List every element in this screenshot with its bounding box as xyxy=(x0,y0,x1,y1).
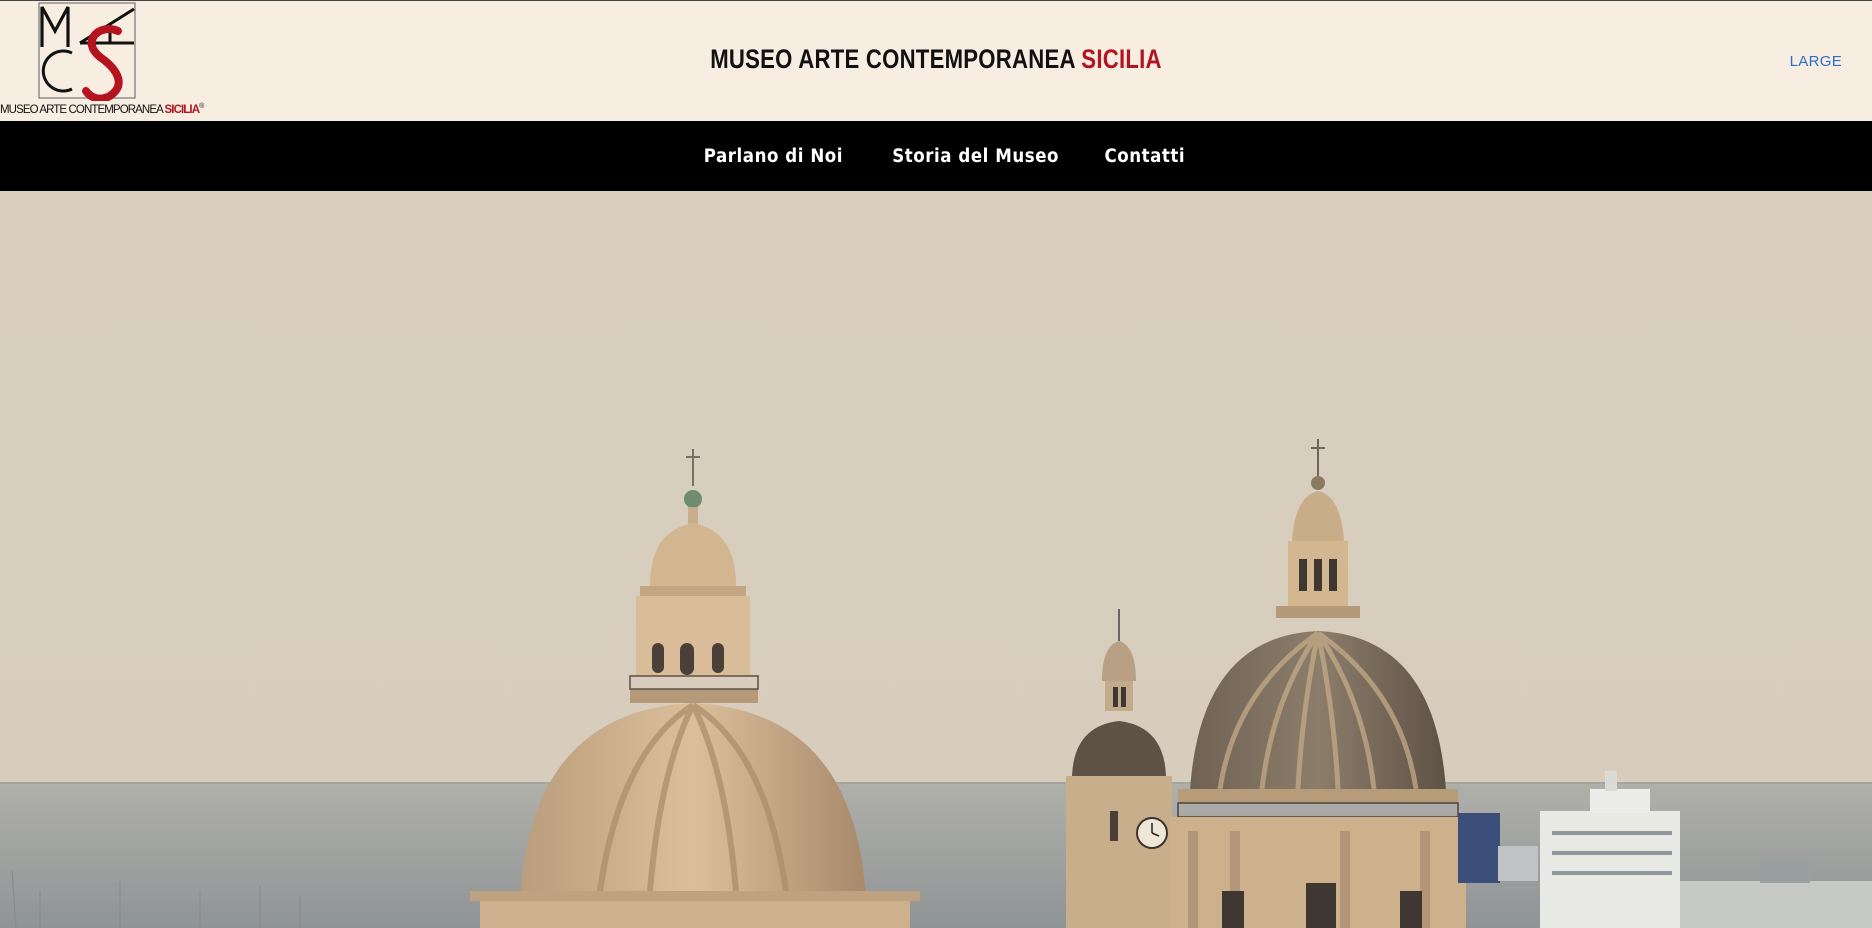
nav-item-contatti[interactable]: Contatti xyxy=(1105,146,1186,167)
site-header: MUSEO ARTE CONTEMPORANEA SICILIA® MUSEO … xyxy=(0,1,1872,121)
logo-caption: MUSEO ARTE CONTEMPORANEA SICILIA® xyxy=(0,103,204,116)
text-size-toggle[interactable]: LARGE xyxy=(1790,53,1842,70)
site-title: MUSEO ARTE CONTEMPORANEA SICILIA xyxy=(168,44,1703,75)
site-title-main: MUSEO ARTE CONTEMPORANEA xyxy=(710,44,1075,74)
nav-item-storia-del-museo[interactable]: Storia del Museo xyxy=(892,146,1059,167)
church-domes-photo xyxy=(0,191,1872,928)
main-nav: Parlano di Noi Storia del Museo Contatti xyxy=(0,121,1872,191)
site-title-accent: SICILIA xyxy=(1081,44,1162,74)
nav-item-parlano-di-noi[interactable]: Parlano di Noi xyxy=(704,146,843,167)
hero-image xyxy=(0,191,1872,928)
